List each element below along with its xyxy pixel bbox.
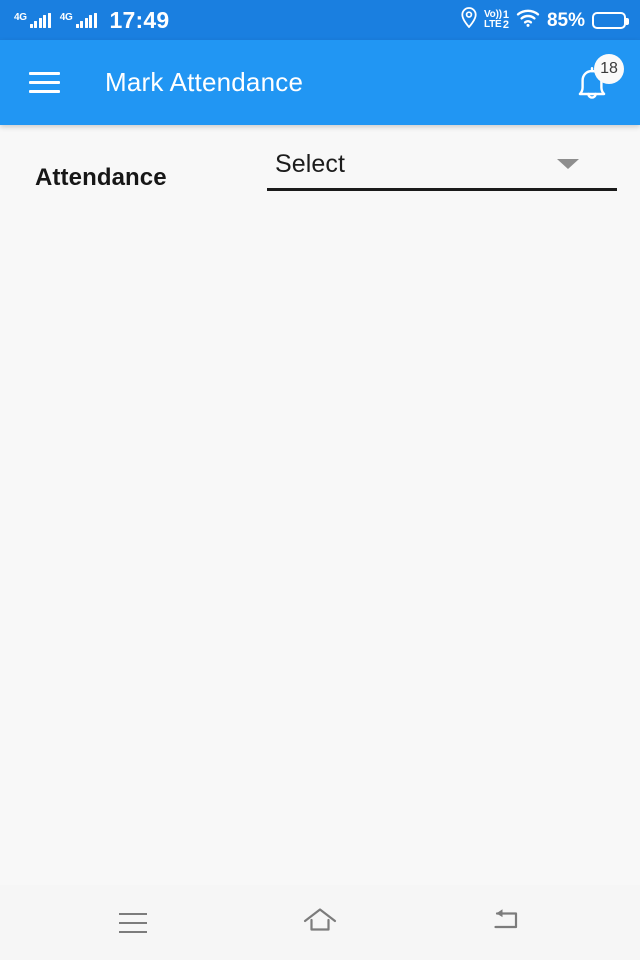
battery-icon	[592, 11, 629, 29]
volte-icon: Vo)) LTE 1 2	[483, 10, 509, 31]
status-bar-right: Vo)) LTE 1 2 85%	[461, 7, 629, 33]
status-bar: 4G 4G 17:49 Vo)) LTE 1 2 85%	[0, 0, 640, 40]
status-bar-left: 4G 4G 17:49	[14, 6, 170, 33]
recent-apps-icon	[119, 912, 148, 933]
hamburger-menu-icon[interactable]	[12, 51, 76, 115]
back-icon	[489, 904, 525, 941]
wifi-icon	[516, 8, 540, 32]
app-bar: Mark Attendance 18	[0, 40, 640, 125]
back-button[interactable]	[467, 893, 547, 953]
recent-apps-button[interactable]	[93, 893, 173, 953]
sim1-network-type-label: 4G	[14, 11, 27, 23]
sim2-signal: 4G	[59, 11, 97, 28]
sim1-signal: 4G	[14, 11, 51, 28]
chevron-down-icon	[557, 158, 579, 169]
attendance-select-value: Select	[275, 150, 346, 178]
sim1-signal-bars-icon	[29, 12, 51, 28]
main-content: Attendance Select SUBMIT	[0, 125, 640, 960]
volte-sim2-number: 2	[502, 19, 509, 31]
battery-percent-label: 85%	[546, 9, 585, 31]
lte-label: LTE	[483, 19, 502, 30]
attendance-label: Attendance	[35, 164, 167, 191]
status-bar-clock: 17:49	[109, 6, 170, 33]
attendance-form-row: Attendance Select	[0, 150, 640, 192]
attendance-select-dropdown[interactable]: Select	[267, 150, 617, 191]
notifications-button[interactable]: 18	[564, 52, 626, 114]
page-title: Mark Attendance	[105, 67, 304, 97]
home-icon	[300, 904, 340, 941]
sim2-signal-bars-icon	[75, 12, 97, 28]
phone-screen: 4G 4G 17:49 Vo)) LTE 1 2 85% Mark Attend…	[0, 0, 640, 960]
location-pin-icon	[461, 7, 477, 33]
notification-badge: 18	[594, 53, 624, 84]
home-button[interactable]	[280, 893, 360, 953]
system-navigation-bar	[0, 885, 640, 960]
sim2-network-type-label: 4G	[59, 11, 73, 23]
